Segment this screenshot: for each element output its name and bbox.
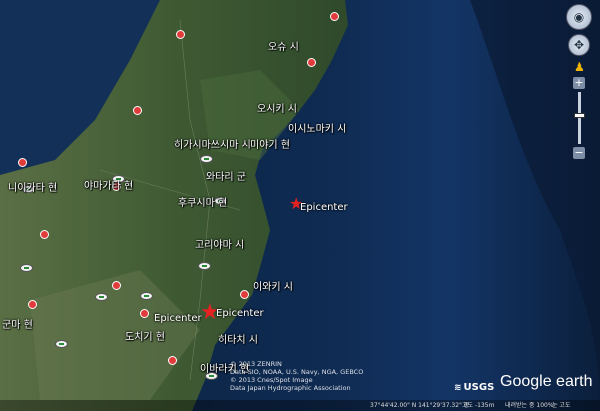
- status-bar: 37°44'42.00" N 141°29'37.32" 동 고도 -135m …: [0, 400, 600, 411]
- elevation-readout: 고도 -135m: [462, 402, 495, 409]
- usgs-waves-icon: ≋: [454, 382, 462, 393]
- attribution-line: © 2013 Cnes/Spot Image: [230, 376, 313, 384]
- station-marker[interactable]: [20, 264, 33, 272]
- place-label: 후쿠시마 현: [178, 198, 228, 209]
- attribution-line: Data SIO, NOAA, U.S. Navy, NGA, GEBCO: [230, 368, 364, 376]
- zoom-in-button[interactable]: +: [573, 77, 585, 89]
- logo-google: Google: [500, 373, 552, 390]
- look-control-icon[interactable]: ◉: [566, 4, 592, 30]
- attribution-line: © 2013 ZENRIN: [230, 360, 282, 368]
- red-marker[interactable]: [18, 158, 27, 167]
- place-label: 이시노마키 시: [288, 124, 347, 135]
- place-label: 고리야마 시: [195, 240, 245, 251]
- attribution-line: Data Japan Hydrographic Association: [230, 384, 351, 392]
- place-label: 오시키 시: [257, 104, 297, 115]
- place-label: 와타리 군: [206, 172, 246, 183]
- navigation-controls: ◉ ✥ ♟ + −: [564, 4, 594, 159]
- epicenter-label: Epicenter: [300, 202, 348, 213]
- place-label: 미야기 현: [250, 140, 290, 151]
- attribution-text: © 2013 ZENRIN Data SIO, NOAA, U.S. Navy,…: [230, 360, 363, 392]
- place-label: 군마 현: [2, 320, 33, 331]
- pegman-icon[interactable]: ♟: [574, 60, 585, 74]
- red-marker[interactable]: [176, 30, 185, 39]
- zoom-out-button[interactable]: −: [573, 147, 585, 159]
- place-label: 야마가타 현: [84, 181, 134, 192]
- red-marker[interactable]: [240, 290, 249, 299]
- place-label: 이와키 시: [253, 282, 293, 293]
- station-marker[interactable]: [198, 262, 211, 270]
- place-label: 니이가타 현: [8, 183, 58, 194]
- red-marker[interactable]: [112, 281, 121, 290]
- place-label: 히타치 시: [218, 335, 258, 346]
- google-earth-logo: Google earth: [500, 373, 593, 391]
- station-marker[interactable]: [95, 293, 108, 301]
- epicenter-label: Epicenter: [154, 313, 202, 324]
- red-marker[interactable]: [307, 58, 316, 67]
- red-marker[interactable]: [133, 106, 142, 115]
- place-label: 히가시마쓰시마 시: [174, 140, 251, 151]
- red-marker[interactable]: [330, 12, 339, 21]
- red-marker[interactable]: [28, 300, 37, 309]
- usgs-logo: ≋ USGS: [454, 382, 494, 393]
- red-marker[interactable]: [168, 356, 177, 365]
- map-view[interactable]: 오슈 시 오시키 시 이시노마키 시 히가시마쓰시마 시 미야기 현 니이가타 …: [0, 0, 600, 411]
- move-control-icon[interactable]: ✥: [568, 34, 590, 56]
- epicenter-label: Epicenter: [216, 308, 264, 319]
- eye-altitude: 눈 고도 500.00km: [552, 402, 571, 409]
- station-marker[interactable]: [55, 340, 68, 348]
- red-marker[interactable]: [40, 230, 49, 239]
- streaming-status: 내려받는 중 100%: [505, 402, 554, 409]
- coordinates-readout: 37°44'42.00" N 141°29'37.32" 동: [370, 402, 470, 409]
- zoom-slider-thumb[interactable]: [573, 113, 585, 118]
- place-label: 도치기 현: [125, 332, 165, 343]
- station-marker[interactable]: [140, 292, 153, 300]
- zoom-slider[interactable]: [573, 92, 585, 144]
- red-marker[interactable]: [140, 309, 149, 318]
- usgs-text: USGS: [463, 382, 495, 393]
- logo-earth: earth: [556, 373, 593, 390]
- place-label: 오슈 시: [268, 42, 299, 53]
- station-marker[interactable]: [200, 155, 213, 163]
